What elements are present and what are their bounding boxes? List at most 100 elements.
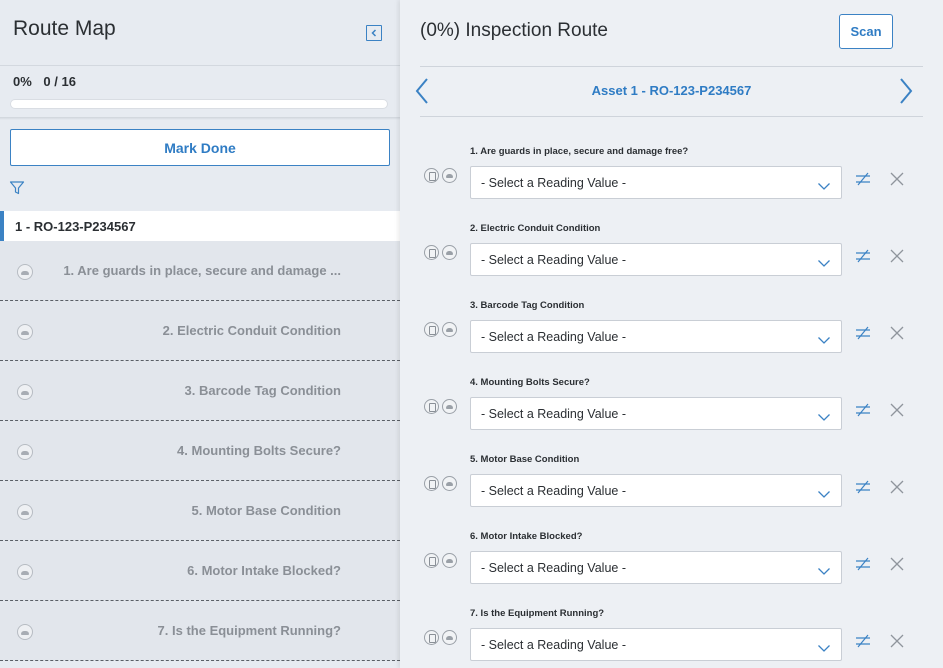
reading-source	[424, 630, 457, 645]
collapse-panel-icon[interactable]	[366, 25, 382, 41]
reading-value-text: - Select a Reading Value -	[481, 407, 626, 421]
cloud-icon[interactable]	[442, 553, 457, 568]
phone-icon[interactable]	[424, 476, 439, 491]
list-item-label: 5. Motor Base Condition	[191, 503, 342, 518]
route-map-pane: Route Map 0% 0 / 16 Mark Done 1 - RO-123…	[0, 0, 400, 668]
list-item-label: 3. Barcode Tag Condition	[184, 383, 342, 398]
question-label: 6. Motor Intake Blocked?	[470, 531, 583, 542]
reading-value-select[interactable]: - Select a Reading Value -	[470, 166, 842, 199]
cloud-icon	[17, 624, 33, 640]
question-label: 2. Electric Conduit Condition	[470, 223, 601, 234]
cloud-icon[interactable]	[442, 630, 457, 645]
phone-icon[interactable]	[424, 245, 439, 260]
question-label: 1. Are guards in place, secure and damag…	[470, 146, 689, 157]
reading-source	[424, 245, 457, 260]
close-icon[interactable]	[889, 633, 905, 654]
list-item[interactable]: 6. Motor Intake Blocked?	[0, 541, 400, 601]
question-row: 1. Are guards in place, secure and damag…	[400, 130, 943, 207]
cloud-icon[interactable]	[442, 322, 457, 337]
chevron-down-icon	[817, 486, 831, 504]
cloud-icon	[17, 384, 33, 400]
phone-icon[interactable]	[424, 168, 439, 183]
question-row: 5. Motor Base Condition - Select a Readin…	[400, 438, 943, 515]
phone-icon[interactable]	[424, 553, 439, 568]
question-row: 4. Mounting Bolts Secure? - Select a Read…	[400, 361, 943, 438]
question-label: 4. Mounting Bolts Secure?	[470, 377, 590, 388]
chevron-down-icon	[817, 409, 831, 427]
close-icon[interactable]	[889, 556, 905, 577]
question-row: 3. Barcode Tag Condition - Select a Readi…	[400, 284, 943, 361]
question-label: 5. Motor Base Condition	[470, 454, 580, 465]
cloud-icon	[17, 504, 33, 520]
chevron-right-icon[interactable]	[898, 77, 914, 110]
close-icon[interactable]	[889, 171, 905, 192]
chevron-down-icon	[817, 640, 831, 658]
progress-summary: 0% 0 / 16	[13, 74, 84, 89]
reading-value-text: - Select a Reading Value -	[481, 638, 626, 652]
question-row: 7. Is the Equipment Running? - Select a R…	[400, 592, 943, 668]
adjust-icon[interactable]	[855, 479, 871, 500]
phone-icon[interactable]	[424, 322, 439, 337]
reading-value-select[interactable]: - Select a Reading Value -	[470, 320, 842, 353]
cloud-icon[interactable]	[442, 399, 457, 414]
progress-percent: 0%	[13, 74, 32, 89]
adjust-icon[interactable]	[855, 402, 871, 423]
cloud-icon	[17, 264, 33, 280]
close-icon[interactable]	[889, 248, 905, 269]
list-item[interactable]: 5. Motor Base Condition	[0, 481, 400, 541]
chevron-down-icon	[817, 178, 831, 196]
adjust-icon[interactable]	[855, 171, 871, 192]
reading-value-text: - Select a Reading Value -	[481, 561, 626, 575]
cloud-icon	[17, 324, 33, 340]
scan-button[interactable]: Scan	[839, 14, 893, 49]
asset-row-label: 1 - RO-123-P234567	[15, 219, 136, 234]
reading-value-select[interactable]: - Select a Reading Value -	[470, 628, 842, 661]
list-item[interactable]: 4. Mounting Bolts Secure?	[0, 421, 400, 481]
reading-value-select[interactable]: - Select a Reading Value -	[470, 243, 842, 276]
asset-navigation: Asset 1 - RO-123-P234567	[415, 66, 923, 117]
list-item[interactable]: 2. Electric Conduit Condition	[0, 301, 400, 361]
inspection-route-pane: (0%) Inspection Route Scan Asset 1 - RO-…	[400, 0, 943, 668]
question-row: 6. Motor Intake Blocked? - Select a Readi…	[400, 515, 943, 592]
reading-source	[424, 399, 457, 414]
question-label: 7. Is the Equipment Running?	[470, 608, 605, 619]
mark-done-button[interactable]: Mark Done	[10, 129, 390, 166]
question-label: 3. Barcode Tag Condition	[470, 300, 585, 311]
close-icon[interactable]	[889, 402, 905, 423]
close-icon[interactable]	[889, 325, 905, 346]
list-item-label: 6. Motor Intake Blocked?	[187, 563, 341, 578]
adjust-icon[interactable]	[855, 633, 871, 654]
reading-source	[424, 476, 457, 491]
progress-bar	[10, 99, 388, 109]
list-item-label: 2. Electric Conduit Condition	[162, 323, 341, 338]
reading-source	[424, 553, 457, 568]
reading-value-text: - Select a Reading Value -	[481, 253, 626, 267]
reading-value-select[interactable]: - Select a Reading Value -	[470, 551, 842, 584]
adjust-icon[interactable]	[855, 248, 871, 269]
question-list: 1. Are guards in place, secure and damag…	[0, 241, 400, 661]
reading-source	[424, 322, 457, 337]
reading-value-text: - Select a Reading Value -	[481, 330, 626, 344]
question-row: 2. Electric Conduit Condition - Select a …	[400, 207, 943, 284]
asset-name: Asset 1 - RO-123-P234567	[591, 83, 752, 98]
phone-icon[interactable]	[424, 630, 439, 645]
asset-row[interactable]: 1 - RO-123-P234567	[0, 211, 400, 241]
list-item[interactable]: 7. Is the Equipment Running?	[0, 601, 400, 661]
phone-icon[interactable]	[424, 399, 439, 414]
filter-icon[interactable]	[9, 180, 25, 201]
chevron-down-icon	[817, 563, 831, 581]
adjust-icon[interactable]	[855, 325, 871, 346]
cloud-icon[interactable]	[442, 245, 457, 260]
close-icon[interactable]	[889, 479, 905, 500]
progress-count: 0 / 16	[43, 74, 76, 89]
reading-value-select[interactable]: - Select a Reading Value -	[470, 397, 842, 430]
cloud-icon	[17, 444, 33, 460]
list-item[interactable]: 3. Barcode Tag Condition	[0, 361, 400, 421]
cloud-icon	[17, 564, 33, 580]
adjust-icon[interactable]	[855, 556, 871, 577]
list-item[interactable]: 1. Are guards in place, secure and damag…	[0, 241, 400, 301]
reading-questions: 1. Are guards in place, secure and damag…	[400, 130, 943, 668]
reading-value-select[interactable]: - Select a Reading Value -	[470, 474, 842, 507]
cloud-icon[interactable]	[442, 168, 457, 183]
cloud-icon[interactable]	[442, 476, 457, 491]
